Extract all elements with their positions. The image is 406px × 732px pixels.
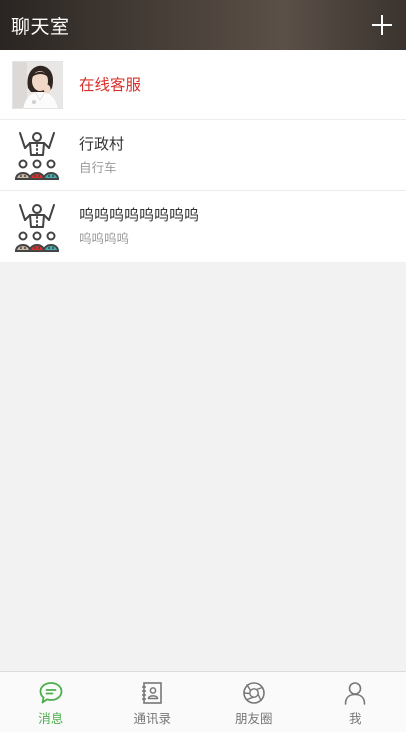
bottom-tab-bar: 消息 通讯录 朋友圈 我 [0,671,406,732]
chat-name: 行政村 [79,134,125,153]
app-root: 聊天室 在线客服 行政村 自行车 呜呜呜呜呜呜呜呜 呜呜呜呜 消息 通讯录 朋友… [0,0,406,732]
moments-icon [242,682,265,704]
tab-label: 我 [348,711,362,726]
tab-label: 朋友圈 [234,711,273,726]
top-header: 聊天室 [0,0,406,50]
chat-item-group[interactable]: 呜呜呜呜呜呜呜呜 呜呜呜呜 [0,191,406,262]
page-title: 聊天室 [11,15,70,38]
add-button[interactable] [370,13,394,37]
chat-name: 呜呜呜呜呜呜呜呜 [79,206,200,224]
tab-messages[interactable]: 消息 [0,672,102,732]
chat-last-message: 呜呜呜呜 [79,231,130,246]
chat-item-online-service[interactable]: 在线客服 [0,50,406,120]
chat-text: 在线客服 [79,75,141,95]
avatar [12,203,63,253]
avatar [12,60,63,109]
chat-list: 在线客服 行政村 自行车 呜呜呜呜呜呜呜呜 呜呜呜呜 [0,50,406,262]
tab-contacts[interactable]: 通讯录 [102,672,204,732]
chat-last-message: 自行车 [79,159,117,175]
chat-name: 在线客服 [79,75,142,94]
person-photo-icon [13,61,62,108]
chat-text: 行政村 自行车 [79,134,124,177]
group-people-icon [14,203,60,252]
chat-text: 呜呜呜呜呜呜呜呜 呜呜呜呜 [79,205,199,248]
avatar [12,131,63,181]
group-people-icon [14,132,60,180]
tab-label: 通讯录 [133,711,171,726]
message-icon [39,682,63,704]
chat-item-group[interactable]: 行政村 自行车 [0,120,406,191]
tab-moments[interactable]: 朋友圈 [203,672,305,732]
tab-me[interactable]: 我 [305,672,406,732]
person-icon [344,682,366,705]
tab-label: 消息 [38,711,64,726]
contacts-icon [142,682,163,704]
